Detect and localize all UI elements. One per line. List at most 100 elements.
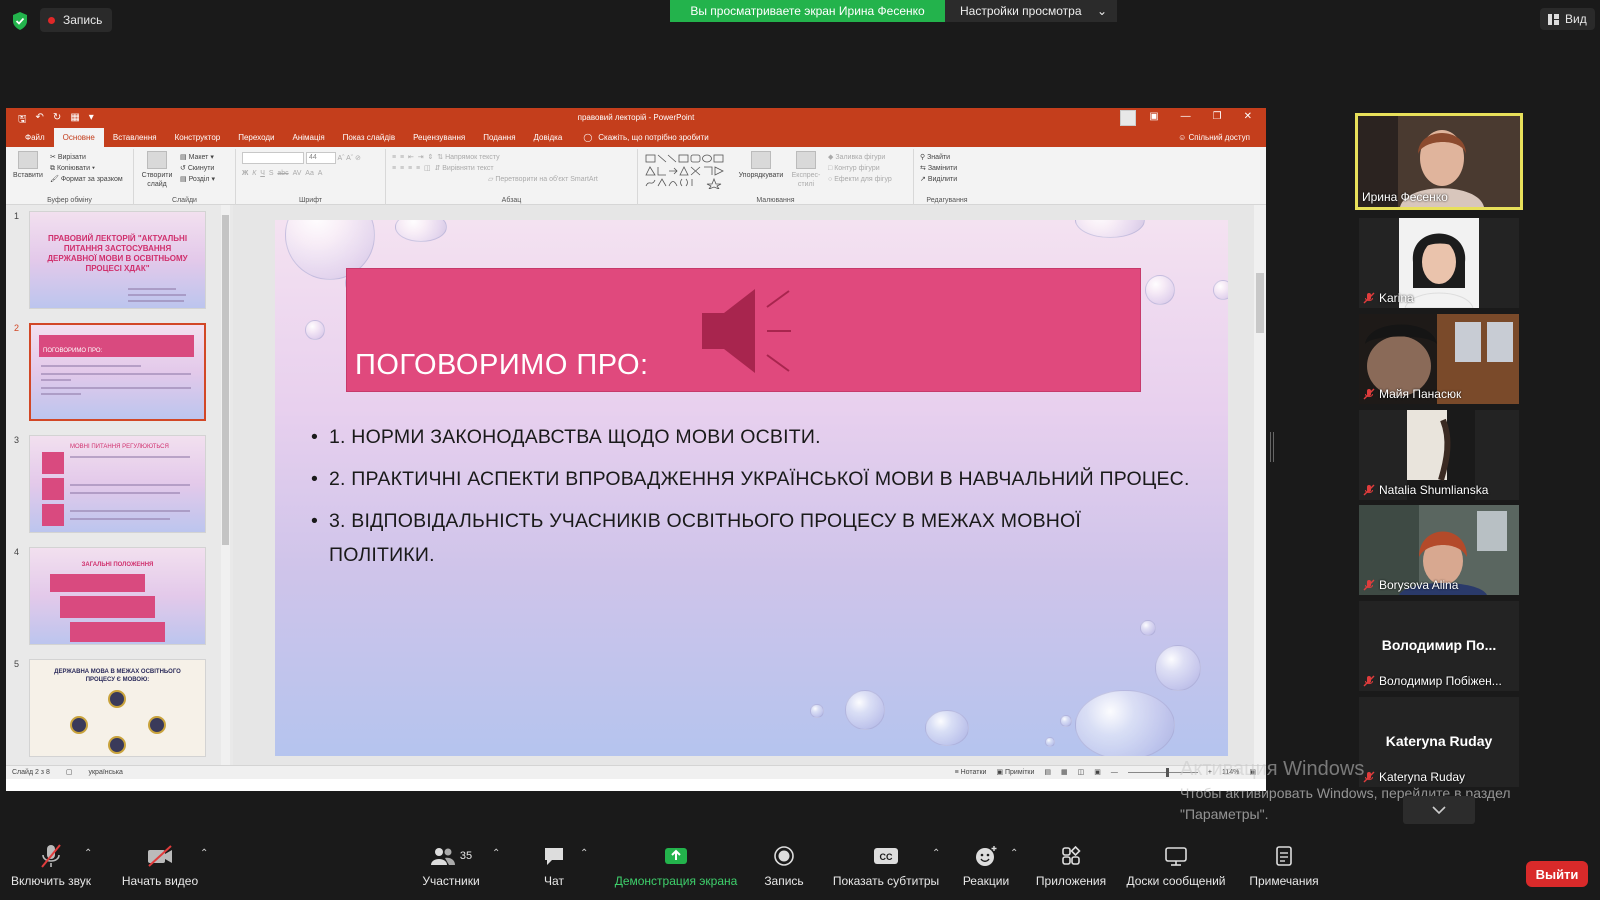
select-button[interactable]: ↗ Виділити xyxy=(920,174,957,185)
start-video-button[interactable]: Начать видео xyxy=(118,842,202,900)
shape-effects-button[interactable]: ○ Ефекти для фігур xyxy=(828,174,892,185)
center-icon[interactable]: ≡ xyxy=(400,165,404,172)
gallery-scroll-down-button[interactable] xyxy=(1403,796,1475,824)
scrollbar-thumb[interactable] xyxy=(222,215,229,545)
security-shield-icon[interactable] xyxy=(10,11,30,31)
new-slide-button[interactable]: Створити слайд xyxy=(140,151,174,189)
slide-sorter-icon[interactable]: ▦ xyxy=(1061,766,1068,779)
participant-tile-7[interactable]: Kateryna Ruday Kateryna Ruday xyxy=(1359,697,1519,787)
shapes-gallery[interactable] xyxy=(644,153,730,189)
line-spacing-icon[interactable]: ⇕ xyxy=(428,154,434,161)
shrink-font-icon[interactable]: Aˇ xyxy=(346,155,353,162)
participants-options-caret-icon[interactable]: ⌃ xyxy=(492,848,500,859)
participant-tile-2[interactable]: Karina xyxy=(1359,218,1519,308)
view-button[interactable]: Вид xyxy=(1540,8,1595,30)
tab-1[interactable]: Основне xyxy=(53,128,104,147)
shadow-icon[interactable]: S xyxy=(269,170,274,177)
slide-title-box[interactable]: ПОГОВОРИМО ПРО: xyxy=(346,268,1141,392)
chat-button[interactable]: Чат xyxy=(528,842,580,900)
align-right-icon[interactable]: ≡ xyxy=(408,165,412,172)
video-options-caret-icon[interactable]: ⌃ xyxy=(200,848,208,859)
notes-button[interactable]: Примечания xyxy=(1246,842,1322,900)
notes-button[interactable]: ≡ Нотатки xyxy=(955,766,987,779)
participant-tile-1[interactable]: Ирина Фесенко xyxy=(1355,113,1523,210)
close-icon[interactable]: ✕ xyxy=(1244,111,1252,122)
participant-tile-5[interactable]: Borysova Alina xyxy=(1359,505,1519,595)
apps-button[interactable]: Приложения xyxy=(1034,842,1108,900)
text-direction-button[interactable]: ⇅ Напрямок тексту xyxy=(437,154,499,161)
participants-button[interactable]: 35 Участники xyxy=(414,842,488,900)
quick-styles-button[interactable]: Експрес-стилі xyxy=(788,151,824,189)
align-left-icon[interactable]: ≡ xyxy=(392,165,396,172)
increase-indent-icon[interactable]: ⇥ xyxy=(418,154,424,161)
unmute-button[interactable]: Включить звук xyxy=(10,842,92,900)
record-button[interactable]: Запись xyxy=(758,842,810,900)
numbering-icon[interactable]: ≡ xyxy=(400,154,404,161)
slide-thumbnail-4[interactable]: 4 ЗАГАЛЬНІ ПОЛОЖЕННЯ xyxy=(6,545,221,648)
current-slide[interactable]: ПОГОВОРИМО ПРО: 1. НОРМИ ЗАКОНОДАВСТВА Щ… xyxy=(275,220,1228,756)
slide-bullets[interactable]: 1. НОРМИ ЗАКОНОДАВСТВА ЩОДО МОВИ ОСВІТИ.… xyxy=(311,420,1191,580)
change-case-icon[interactable]: Aa xyxy=(305,170,314,177)
captions-options-caret-icon[interactable]: ⌃ xyxy=(932,848,940,859)
cut-button[interactable]: ✂ Вирізати xyxy=(50,152,123,163)
language-indicator[interactable]: українська xyxy=(88,766,122,779)
tab-8[interactable]: Подання xyxy=(474,128,524,147)
ribbon-display-options-icon[interactable]: ▣ xyxy=(1149,111,1158,122)
normal-view-icon[interactable]: ▤ xyxy=(1044,766,1051,779)
slide-thumbnail-3[interactable]: 3 МОВНІ ПИТАННЯ РЕГУЛЮЮТЬСЯ xyxy=(6,433,221,536)
tab-5[interactable]: Анімація xyxy=(283,128,333,147)
layout-button[interactable]: ▤ Макет ▾ xyxy=(180,152,215,163)
zoom-out-icon[interactable]: — xyxy=(1111,766,1118,779)
slide-thumbnail-2[interactable]: 2 ПОГОВОРИМО ПРО: xyxy=(6,321,221,424)
font-color-icon[interactable]: A xyxy=(318,170,323,177)
tab-4[interactable]: Переходи xyxy=(229,128,283,147)
spellcheck-icon[interactable]: ▢ xyxy=(66,766,73,779)
share-button[interactable]: ☺ Спільний доступ xyxy=(1178,128,1250,147)
comments-button[interactable]: ▣ Примітки xyxy=(996,766,1034,779)
font-name-input[interactable] xyxy=(242,152,304,164)
slideshow-view-icon[interactable]: ▣ xyxy=(1094,766,1101,779)
arrange-button[interactable]: Упорядкувати xyxy=(738,151,784,180)
share-screen-button[interactable]: Демонстрация экрана xyxy=(608,842,744,900)
account-avatar[interactable] xyxy=(1120,110,1136,126)
bold-icon[interactable]: Ж xyxy=(242,170,248,177)
bullets-icon[interactable]: ≡ xyxy=(392,154,396,161)
slide-thumbnail-1[interactable]: 1 ПРАВОВИЙ ЛЕКТОРІЙ "АКТУАЛЬНІ ПИТАННЯ З… xyxy=(6,209,221,312)
copy-button[interactable]: ⧉ Копіювати ▾ xyxy=(50,163,123,174)
reactions-options-caret-icon[interactable]: ⌃ xyxy=(1010,848,1018,859)
underline-icon[interactable]: Ч xyxy=(260,170,265,177)
italic-icon[interactable]: К xyxy=(252,170,256,177)
justify-icon[interactable]: ≡ xyxy=(416,165,420,172)
tab-0[interactable]: Файл xyxy=(16,128,54,147)
chat-options-caret-icon[interactable]: ⌃ xyxy=(580,848,588,859)
participant-tile-4[interactable]: Natalia Shumlianska xyxy=(1359,410,1519,500)
whiteboards-button[interactable]: Доски сообщений xyxy=(1124,842,1228,900)
leave-meeting-button[interactable]: Выйти xyxy=(1526,861,1588,887)
grow-font-icon[interactable]: Aˆ xyxy=(338,155,345,162)
decrease-indent-icon[interactable]: ⇤ xyxy=(408,154,414,161)
view-settings-dropdown[interactable]: Настройки просмотра ⌄ xyxy=(945,0,1117,22)
scrollbar-thumb[interactable] xyxy=(1256,273,1264,333)
panel-resize-handle[interactable] xyxy=(1270,432,1274,462)
tell-me-search[interactable]: ◯ Скажіть, що потрібно зробити xyxy=(583,133,708,142)
minimize-icon[interactable]: — xyxy=(1181,111,1191,122)
columns-icon[interactable]: ◫ xyxy=(424,165,431,172)
shape-fill-button[interactable]: ◆ Заливка фігури xyxy=(828,152,892,163)
tab-6[interactable]: Показ слайдів xyxy=(334,128,404,147)
participant-tile-3[interactable]: Майя Панасюк xyxy=(1359,314,1519,404)
slide-scrollbar[interactable] xyxy=(1254,205,1266,765)
slide-thumbnail-5[interactable]: 5 ДЕРЖАВНА МОВА В МЕЖАХ ОСВІТНЬОГО ПРОЦЕ… xyxy=(6,657,221,760)
section-button[interactable]: ▤ Розділ ▾ xyxy=(180,174,215,185)
convert-smartart-button[interactable]: ▱ Перетворити на об'єкт SmartArt xyxy=(392,174,598,185)
shape-outline-button[interactable]: □ Контур фігури xyxy=(828,163,892,174)
format-painter-button[interactable]: 🖌 Формат за зразком xyxy=(50,174,123,185)
tab-9[interactable]: Довідка xyxy=(525,128,572,147)
tab-3[interactable]: Конструктор xyxy=(166,128,230,147)
reactions-button[interactable]: Реакции xyxy=(960,842,1012,900)
find-button[interactable]: ⚲ Знайти xyxy=(920,152,957,163)
strikethrough-icon[interactable]: abc xyxy=(277,170,288,177)
thumbnail-scrollbar[interactable] xyxy=(221,205,230,765)
font-size-input[interactable]: 44 xyxy=(305,152,336,164)
maximize-icon[interactable]: ❐ xyxy=(1213,111,1222,122)
paste-button[interactable]: Вставити xyxy=(10,151,46,180)
